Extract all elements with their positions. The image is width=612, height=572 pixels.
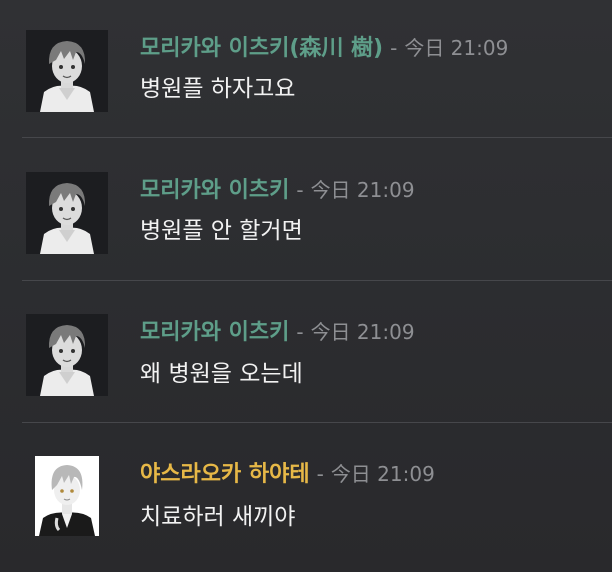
author-name[interactable]: 모리카와 이츠키(森川 樹) bbox=[140, 36, 383, 61]
timestamp: 今日 21:09 bbox=[404, 36, 509, 60]
message-text: 치료하러 새끼야 bbox=[140, 504, 296, 530]
avatar[interactable] bbox=[26, 172, 108, 254]
chat-message: 모리카와 이츠키 - 今日 21:09 왜 병원을 오는데 bbox=[0, 282, 612, 423]
timestamp: 今日 21:09 bbox=[310, 320, 415, 344]
message-divider bbox=[22, 137, 612, 138]
message-text: 병원플 안 할거면 bbox=[140, 218, 303, 244]
message-header: 모리카와 이츠키 - 今日 21:09 bbox=[140, 175, 415, 206]
message-header: 모리카와 이츠키(森川 樹) - 今日 21:09 bbox=[140, 33, 508, 64]
message-text: 병원플 하자고요 bbox=[140, 76, 296, 102]
chat-log: 모리카와 이츠키(森川 樹) - 今日 21:09 병원플 하자고요 모리카와 … bbox=[0, 0, 612, 572]
timestamp: 今日 21:09 bbox=[330, 462, 435, 486]
message-header: 모리카와 이츠키 - 今日 21:09 bbox=[140, 317, 415, 348]
author-name[interactable]: 야스라오카 하야테 bbox=[140, 462, 310, 487]
chat-message: 모리카와 이츠키 - 今日 21:09 병원플 안 할거면 bbox=[0, 140, 612, 281]
message-divider bbox=[22, 280, 612, 281]
message-header: 야스라오카 하야테 - 今日 21:09 bbox=[140, 459, 435, 490]
header-separator: - bbox=[390, 36, 398, 60]
user-avatar-image bbox=[26, 314, 108, 396]
user-avatar-image bbox=[26, 172, 108, 254]
avatar[interactable] bbox=[26, 30, 108, 112]
header-separator: - bbox=[296, 320, 304, 344]
message-divider bbox=[22, 422, 612, 423]
message-text: 왜 병원을 오는데 bbox=[140, 361, 303, 387]
avatar[interactable] bbox=[35, 456, 99, 536]
timestamp: 今日 21:09 bbox=[310, 178, 415, 202]
author-name[interactable]: 모리카와 이츠키 bbox=[140, 320, 289, 345]
chat-message: 모리카와 이츠키(森川 樹) - 今日 21:09 병원플 하자고요 bbox=[0, 0, 612, 140]
avatar[interactable] bbox=[26, 314, 108, 396]
chat-message: 야스라오카 하야테 - 今日 21:09 치료하러 새끼야 bbox=[0, 424, 612, 572]
author-name[interactable]: 모리카와 이츠키 bbox=[140, 178, 289, 203]
user-avatar-image bbox=[35, 456, 99, 536]
header-separator: - bbox=[316, 462, 324, 486]
header-separator: - bbox=[296, 178, 304, 202]
user-avatar-image bbox=[26, 30, 108, 112]
